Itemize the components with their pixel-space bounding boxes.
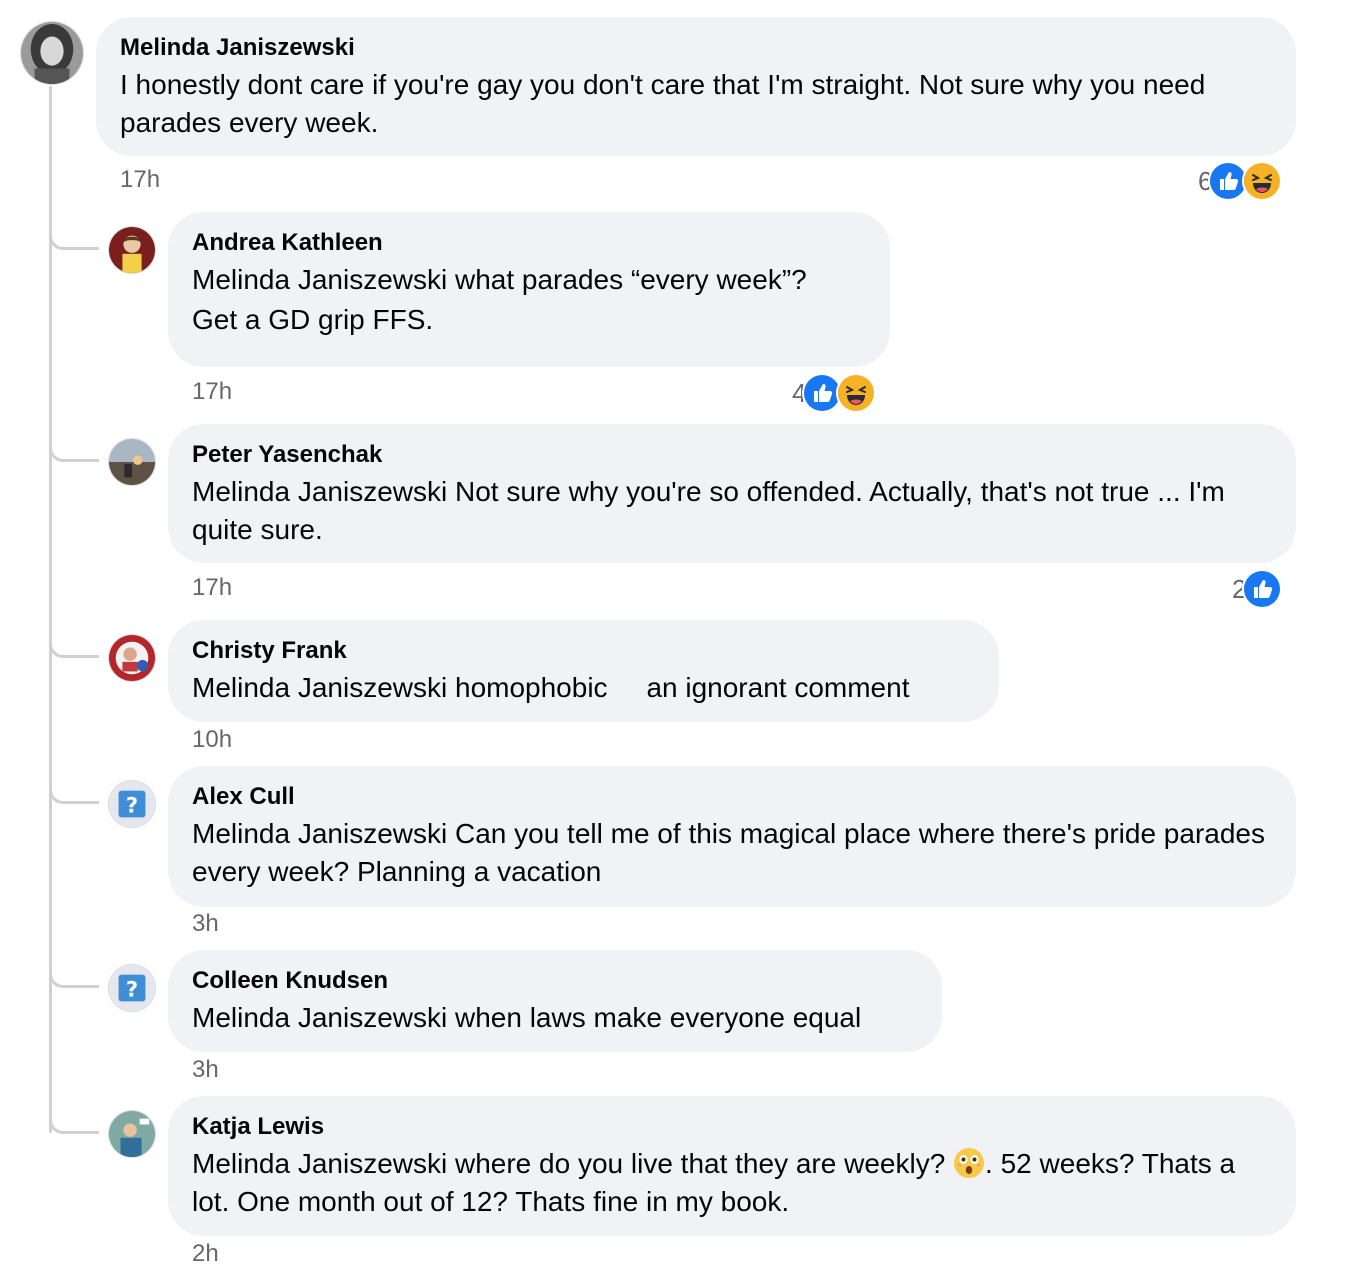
comment-author[interactable]: Peter Yasenchak [192, 441, 1272, 469]
comment-text: Melinda Janiszewski Can you tell me of t… [192, 818, 1265, 887]
comment-text: I honestly dont care if you're gay you d… [120, 69, 1206, 138]
thread-branch [49, 230, 99, 250]
comment-text: Melinda Janiszewski Not sure why you're … [192, 476, 1225, 545]
comment-timestamp[interactable]: 10h [192, 726, 232, 754]
thread-branch [49, 442, 99, 462]
comment-text: Melinda Janiszewski where do you live th… [192, 1145, 1272, 1221]
thread-branch [49, 638, 99, 658]
avatar-katja[interactable] [108, 1110, 156, 1158]
svg-text:?: ? [126, 977, 138, 1002]
comment-bubble: Colleen Knudsen Melinda Janiszewski when… [168, 950, 942, 1052]
comment-author[interactable]: Katja Lewis [192, 1113, 1272, 1141]
astonished-face-emoji-icon [953, 1147, 985, 1179]
avatar-christy[interactable] [108, 634, 156, 682]
comment-author[interactable]: Melinda Janiszewski [120, 34, 1272, 62]
comment-text: Melinda Janiszewski when laws make every… [192, 1002, 862, 1033]
comment-bubble: Katja Lewis Melinda Janiszewski where do… [168, 1096, 1296, 1236]
comment-bubble: Peter Yasenchak Melinda Janiszewski Not … [168, 424, 1296, 563]
thread-branch [49, 784, 99, 804]
reaction-summary[interactable]: 4 [792, 373, 877, 413]
comment-timestamp[interactable]: 3h [192, 1056, 219, 1084]
comment-author[interactable]: Alex Cull [192, 783, 1272, 811]
comment-timestamp[interactable]: 3h [192, 910, 219, 938]
comment-timestamp[interactable]: 17h [120, 166, 160, 194]
reaction-summary[interactable]: 6 [1198, 161, 1283, 201]
comment-timestamp[interactable]: 2h [192, 1240, 219, 1268]
comment-bubble: Andrea Kathleen Melinda Janiszewski what… [168, 212, 890, 367]
svg-text:?: ? [126, 793, 138, 818]
thread-branch [49, 968, 99, 988]
comment-text: Melinda Janiszewski homophobic an ignora… [192, 672, 910, 703]
haha-reaction-icon [836, 373, 877, 413]
reaction-summary[interactable]: 2 [1232, 569, 1283, 609]
comment-author[interactable]: Andrea Kathleen [192, 229, 866, 257]
comment-text: Melinda Janiszewski what parades “every … [192, 264, 807, 295]
comment-timestamp[interactable]: 17h [192, 574, 232, 602]
comment-bubble: Melinda Janiszewski I honestly dont care… [96, 17, 1296, 156]
avatar-peter[interactable] [108, 438, 156, 486]
comment-timestamp[interactable]: 17h [192, 378, 232, 406]
comment-bubble: Christy Frank Melinda Janiszewski homoph… [168, 620, 999, 722]
like-reaction-icon [1242, 569, 1283, 609]
comment-author[interactable]: Colleen Knudsen [192, 967, 918, 995]
thread-branch [49, 1114, 99, 1134]
avatar-melinda[interactable] [20, 21, 84, 85]
avatar-andrea[interactable] [108, 226, 156, 274]
avatar-alex[interactable]: ? [108, 780, 156, 828]
haha-reaction-icon [1242, 161, 1283, 201]
avatar-colleen[interactable]: ? [108, 964, 156, 1012]
comment-text-paragraph: Get a GD grip FFS. [192, 304, 434, 335]
comment-author[interactable]: Christy Frank [192, 637, 975, 665]
comment-bubble: Alex Cull Melinda Janiszewski Can you te… [168, 766, 1296, 907]
comment-text-part: Melinda Janiszewski where do you live th… [192, 1148, 946, 1179]
